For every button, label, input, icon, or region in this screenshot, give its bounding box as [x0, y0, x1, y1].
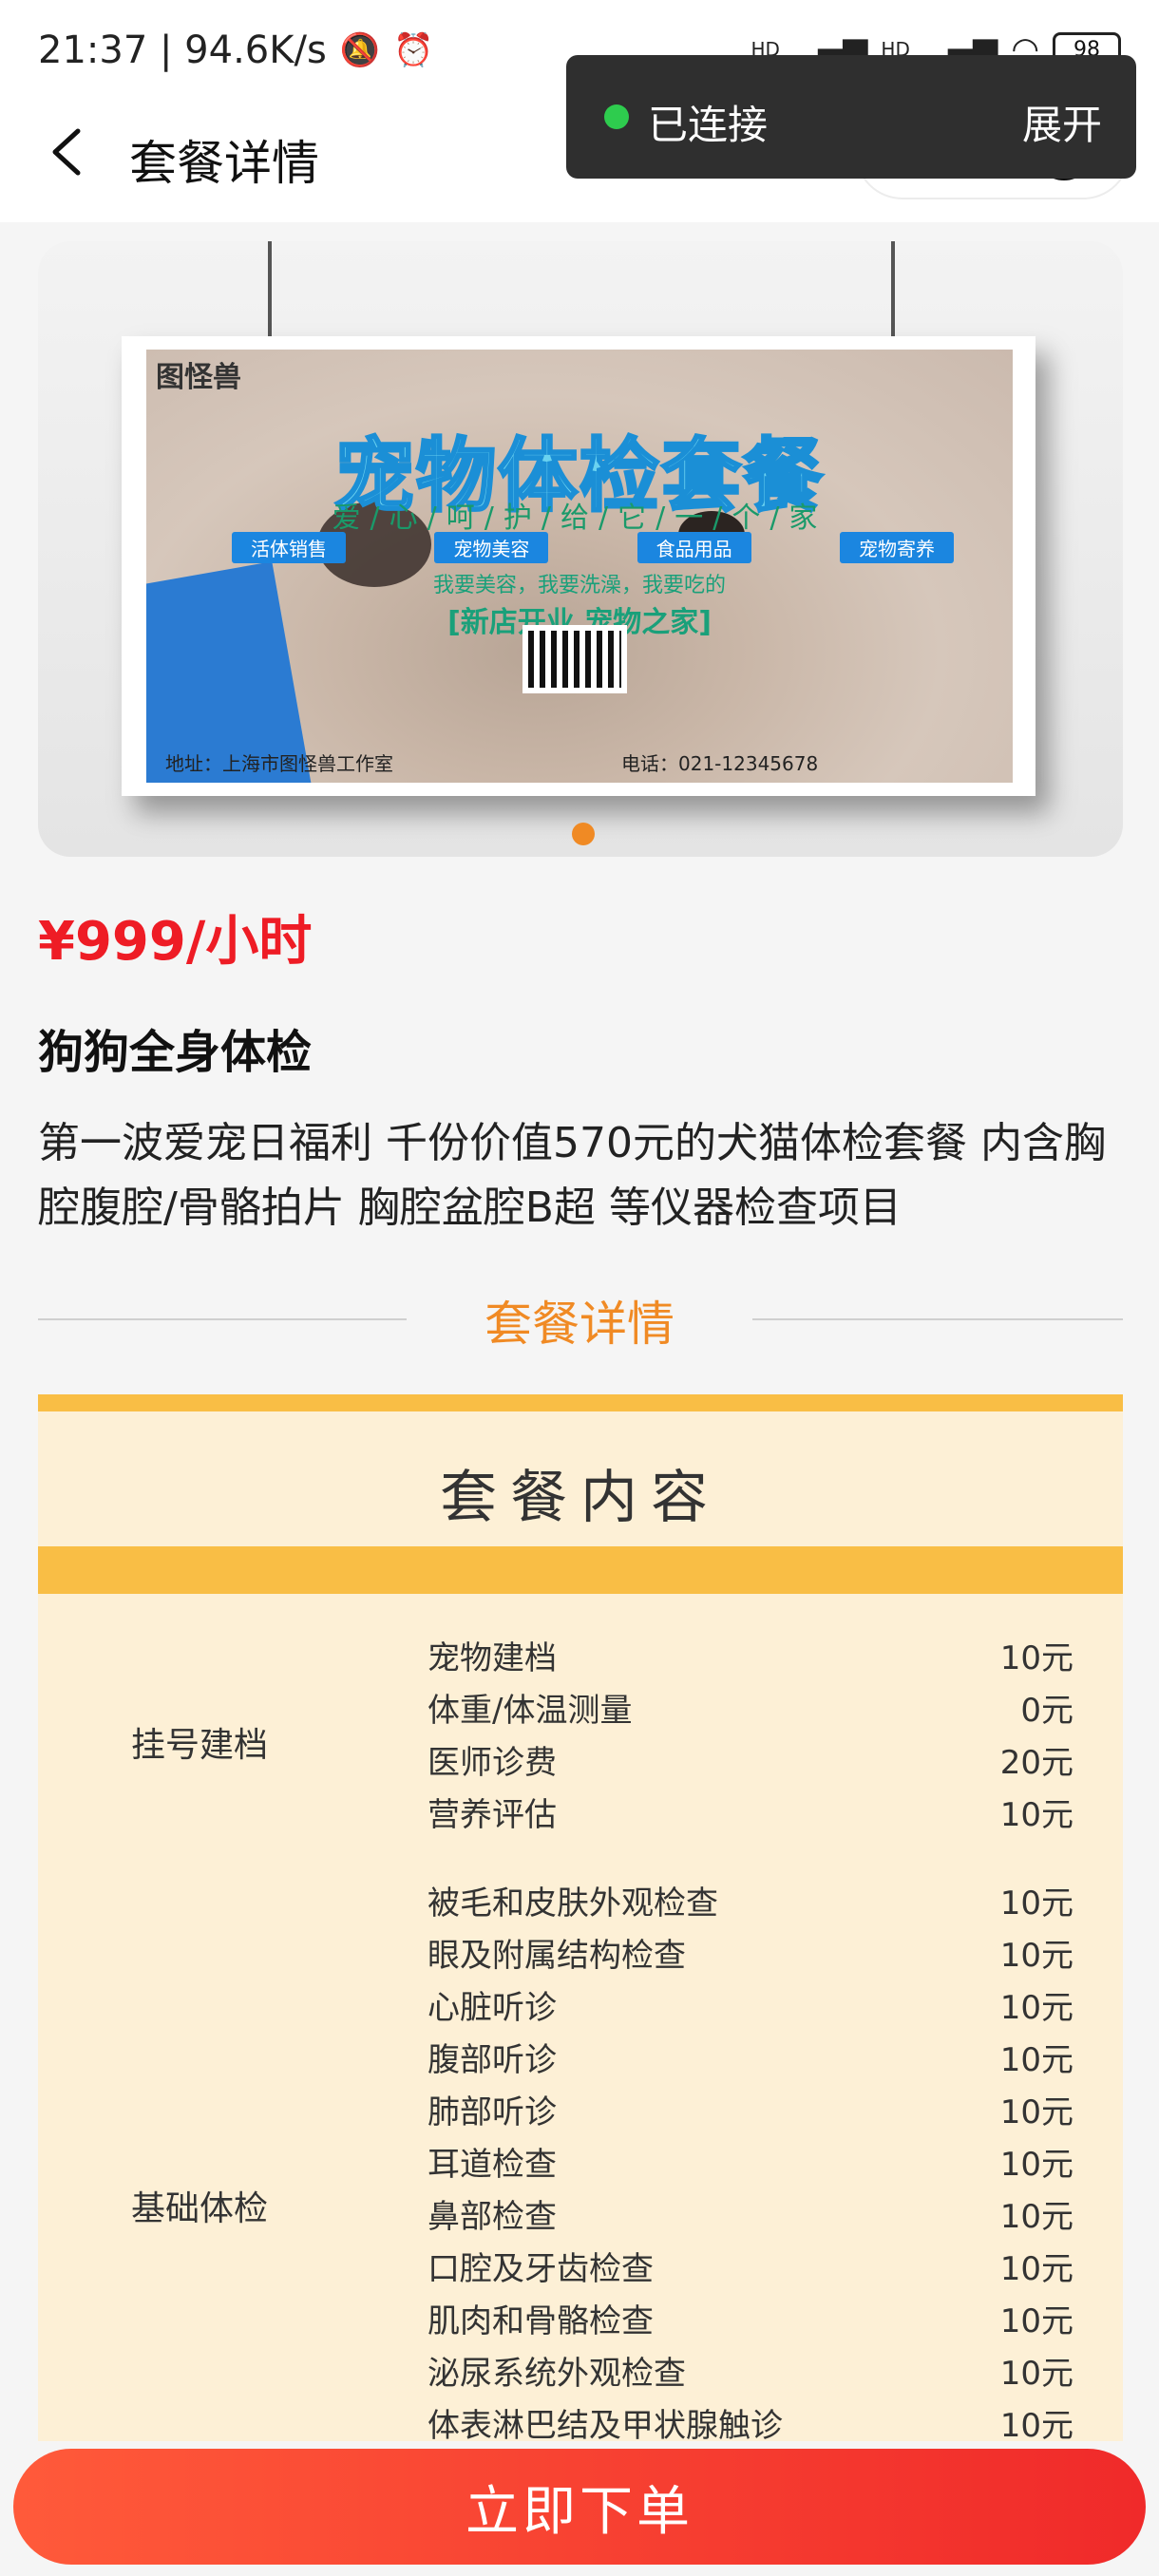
- hanging-wire-right: [891, 241, 895, 344]
- item-name: 眼及附属结构检查: [428, 1937, 686, 1975]
- item-name: 营养评估: [428, 1796, 557, 1834]
- list-item: 宠物建档 10元: [428, 1632, 1074, 1685]
- item-price: 10元: [999, 2250, 1074, 2288]
- back-arrow-icon[interactable]: [44, 123, 91, 180]
- hanging-wire-left: [268, 241, 272, 344]
- list-item: 体重/体温测量 0元: [428, 1684, 1074, 1737]
- table-header-band: [38, 1546, 1123, 1594]
- item-name: 腹部听诊: [428, 2041, 557, 2079]
- status-left: 21:37 | 94.6K/s 🔕 ⏰: [38, 28, 433, 72]
- page-title: 套餐详情: [129, 136, 319, 191]
- list-item: 耳道检查 10元: [428, 2138, 1074, 2191]
- poster-slogan: 我要美容，我要洗澡，我要吃的: [432, 574, 726, 597]
- item-name: 体表淋巴结及甲状腺触诊: [428, 2407, 783, 2445]
- item-price: 10元: [999, 1885, 1074, 1923]
- item-name: 体重/体温测量: [428, 1692, 633, 1730]
- package-title: 套餐内容: [440, 1465, 721, 1531]
- item-name: 医师诊费: [428, 1744, 557, 1782]
- poster-logo: 图怪兽: [156, 361, 241, 394]
- poster-address: 地址：上海市图怪兽工作室: [165, 752, 393, 775]
- product-name: 狗狗全身体检: [38, 1026, 313, 1079]
- item-price: 10元: [999, 1639, 1074, 1677]
- carousel-indicator-dot[interactable]: [572, 823, 595, 845]
- qr-code-icon: [522, 625, 627, 693]
- item-name: 宠物建档: [428, 1639, 557, 1677]
- poster-phone: 电话：021-12345678: [621, 752, 819, 775]
- item-name: 鼻部检查: [428, 2198, 557, 2236]
- item-price: 10元: [999, 1796, 1074, 1834]
- list-item: 肌肉和骨骼检查 10元: [428, 2295, 1074, 2348]
- poster-subtitle: 爱/心/呵/护/给/它/一/个/家: [332, 502, 827, 535]
- connection-status: 已连接: [648, 102, 769, 148]
- item-price: 10元: [999, 1937, 1074, 1975]
- item-price: 10元: [999, 2302, 1074, 2340]
- item-name: 口腔及牙齿检查: [428, 2250, 654, 2288]
- product-banner[interactable]: 图怪兽 宠物体检套餐 爱/心/呵/护/给/它/一/个/家 活体销售 宠物美容 食…: [38, 241, 1123, 857]
- list-item: 被毛和皮肤外观检查 10元: [428, 1877, 1074, 1930]
- list-item: 营养评估 10元: [428, 1789, 1074, 1842]
- product-price: ¥999/小时: [38, 911, 313, 973]
- item-name: 泌尿系统外观检查: [428, 2355, 686, 2393]
- poster-tags: 活体销售 宠物美容 食品用品 宠物寄养: [232, 532, 954, 563]
- connection-toast: 已连接 展开: [566, 55, 1136, 179]
- list-item: 鼻部检查 10元: [428, 2190, 1074, 2244]
- poster-frame: 图怪兽 宠物体检套餐 爱/心/呵/护/给/它/一/个/家 活体销售 宠物美容 食…: [122, 336, 1036, 796]
- list-item: 眼及附属结构检查 10元: [428, 1929, 1074, 1982]
- poster-tag: 食品用品: [636, 532, 751, 563]
- list-item: 泌尿系统外观检查 10元: [428, 2347, 1074, 2400]
- item-price: 10元: [999, 2041, 1074, 2079]
- poster-tag: 宠物寄养: [839, 532, 954, 563]
- poster-tag: 宠物美容: [434, 532, 549, 563]
- alarm-icon: ⏰: [393, 31, 434, 69]
- section-title: 套餐详情: [484, 1297, 674, 1352]
- mute-bell-icon: 🔕: [339, 31, 381, 69]
- list-item: 口腔及牙齿检查 10元: [428, 2243, 1074, 2296]
- item-price: 0元: [1020, 1692, 1074, 1730]
- status-time-speed: 21:37 | 94.6K/s: [38, 28, 327, 72]
- item-price: 10元: [999, 1989, 1074, 2027]
- item-price: 10元: [999, 2093, 1074, 2131]
- item-name: 被毛和皮肤外观检查: [428, 1885, 718, 1923]
- group-label: 基础体检: [131, 2189, 269, 2228]
- item-price: 10元: [999, 2198, 1074, 2236]
- item-price: 10元: [999, 2146, 1074, 2184]
- expand-button[interactable]: 展开: [1022, 93, 1102, 151]
- table-top-bar: [38, 1394, 1123, 1411]
- list-item: 腹部听诊 10元: [428, 2034, 1074, 2087]
- item-name: 耳道检查: [428, 2146, 557, 2184]
- list-item: 医师诊费 20元: [428, 1736, 1074, 1790]
- list-item: 肺部听诊 10元: [428, 2086, 1074, 2139]
- item-name: 肌肉和骨骼检查: [428, 2302, 654, 2340]
- list-item: 心脏听诊 10元: [428, 1981, 1074, 2035]
- item-price: 10元: [999, 2355, 1074, 2393]
- product-description: 第一波爱宠日福利 千份价值570元的犬猫体检套餐 内含胸腔腹腔/骨骼拍片 胸腔盆…: [38, 1119, 1106, 1232]
- item-name: 心脏听诊: [428, 1989, 557, 2027]
- item-price: 20元: [999, 1744, 1074, 1782]
- group-label: 挂号建档: [131, 1726, 269, 1765]
- package-content-table: 套餐内容 挂号建档 宠物建档 10元 体重/体温测量 0元 医师诊费 20元 营养评估…: [38, 1394, 1123, 2468]
- poster-image: 图怪兽 宠物体检套餐 爱/心/呵/护/给/它/一/个/家 活体销售 宠物美容 食…: [146, 350, 1013, 783]
- order-now-button[interactable]: 立即下单: [13, 2449, 1146, 2565]
- item-name: 肺部听诊: [428, 2093, 557, 2131]
- poster-tag: 活体销售: [232, 532, 346, 563]
- item-price: 10元: [999, 2407, 1074, 2445]
- connected-status-dot-icon: [604, 104, 629, 129]
